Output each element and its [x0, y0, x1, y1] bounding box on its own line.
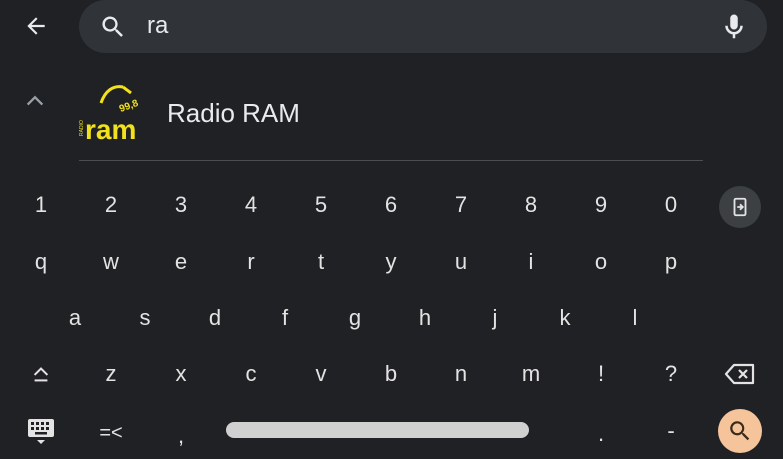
- key-y[interactable]: y: [381, 249, 401, 275]
- key-period[interactable]: .: [591, 421, 611, 447]
- keyboard-switch-key[interactable]: [26, 416, 56, 446]
- key-o[interactable]: o: [591, 249, 611, 275]
- shift-icon: [33, 367, 49, 382]
- key-l[interactable]: l: [625, 305, 645, 331]
- key-7[interactable]: 7: [451, 192, 471, 218]
- app-bar: ra 99,8 ram RADIO Radio RAM: [0, 0, 783, 168]
- key-f[interactable]: f: [275, 305, 295, 331]
- key-0[interactable]: 0: [661, 192, 681, 218]
- key-9[interactable]: 9: [591, 192, 611, 218]
- key-e[interactable]: e: [171, 249, 191, 275]
- search-input[interactable]: ra: [147, 12, 168, 40]
- keyboard-icon: [28, 419, 54, 444]
- key-dash[interactable]: -: [661, 418, 681, 444]
- radio-ram-logo: 99,8 ram RADIO: [79, 85, 140, 145]
- key-8[interactable]: 8: [521, 192, 541, 218]
- key-t[interactable]: t: [311, 249, 331, 275]
- key-4[interactable]: 4: [241, 192, 261, 218]
- search-bar[interactable]: ra: [79, 0, 767, 53]
- key-b[interactable]: b: [381, 361, 401, 387]
- key-question[interactable]: ?: [661, 361, 681, 387]
- key-n[interactable]: n: [451, 361, 471, 387]
- key-i[interactable]: i: [521, 249, 541, 275]
- key-x[interactable]: x: [171, 361, 191, 387]
- key-w[interactable]: w: [101, 249, 121, 275]
- key-s[interactable]: s: [135, 305, 155, 331]
- key-comma[interactable]: ,: [171, 423, 191, 449]
- shift-key[interactable]: [30, 363, 52, 385]
- key-exclamation[interactable]: !: [591, 361, 611, 387]
- svg-text:ram: ram: [85, 114, 136, 145]
- arrow-left-icon: [27, 17, 45, 35]
- key-1[interactable]: 1: [31, 192, 51, 218]
- on-screen-keyboard: 1 2 3 4 5 6 7 8 9 0 q w e r t y u i o p …: [0, 170, 783, 459]
- backspace-icon: [724, 363, 755, 385]
- key-c[interactable]: c: [241, 361, 261, 387]
- mic-icon[interactable]: [719, 11, 749, 43]
- key-v[interactable]: v: [311, 361, 331, 387]
- key-6[interactable]: 6: [381, 192, 401, 218]
- symbols-key[interactable]: =<: [99, 420, 122, 446]
- result-item[interactable]: 99,8 ram RADIO Radio RAM: [79, 77, 703, 161]
- key-g[interactable]: g: [345, 305, 365, 331]
- exit-keyboard-button[interactable]: [719, 186, 761, 228]
- key-k[interactable]: k: [555, 305, 575, 331]
- result-label: Radio RAM: [167, 98, 300, 128]
- chevron-up-icon[interactable]: [24, 90, 46, 110]
- key-a[interactable]: a: [65, 305, 85, 331]
- key-r[interactable]: r: [241, 249, 261, 275]
- key-j[interactable]: j: [485, 305, 505, 331]
- search-action-button[interactable]: [718, 409, 762, 453]
- svg-text:RADIO: RADIO: [79, 120, 85, 136]
- key-5[interactable]: 5: [311, 192, 331, 218]
- space-bar[interactable]: [226, 422, 529, 438]
- key-m[interactable]: m: [521, 361, 541, 387]
- key-q[interactable]: q: [31, 249, 51, 275]
- key-p[interactable]: p: [661, 249, 681, 275]
- search-icon: [102, 16, 123, 37]
- exit-keyboard-icon: [733, 197, 747, 217]
- key-3[interactable]: 3: [171, 192, 191, 218]
- back-button[interactable]: [20, 10, 52, 42]
- svg-text:99,8: 99,8: [118, 98, 140, 115]
- key-d[interactable]: d: [205, 305, 225, 331]
- key-2[interactable]: 2: [101, 192, 121, 218]
- backspace-key[interactable]: [724, 362, 756, 386]
- key-h[interactable]: h: [415, 305, 435, 331]
- search-icon: [730, 421, 750, 441]
- key-z[interactable]: z: [101, 361, 121, 387]
- divider: [79, 160, 703, 161]
- key-u[interactable]: u: [451, 249, 471, 275]
